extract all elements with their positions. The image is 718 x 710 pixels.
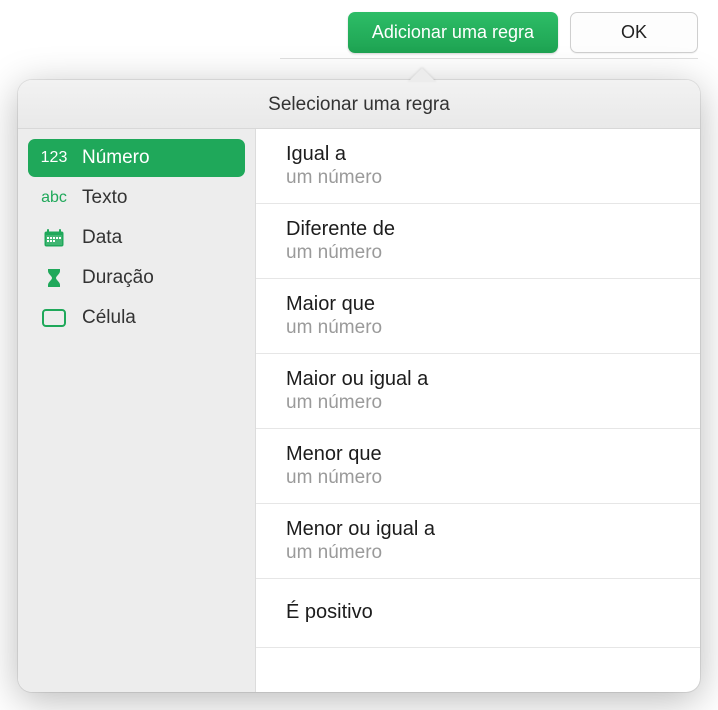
sidebar-item-label: Duração: [82, 267, 154, 289]
rule-title: Menor ou igual a: [286, 518, 670, 541]
rule-item-greater-equal[interactable]: Maior ou igual a um número: [256, 354, 700, 429]
rule-title: Diferente de: [286, 218, 670, 241]
sidebar-item-duration[interactable]: Duração: [28, 259, 245, 297]
popover-arrow: [408, 68, 436, 82]
rule-subtitle: um número: [286, 242, 670, 264]
rule-item-greater[interactable]: Maior que um número: [256, 279, 700, 354]
rule-subtitle: um número: [286, 467, 670, 489]
rule-subtitle: um número: [286, 317, 670, 339]
rule-popover: Selecionar uma regra 123 Número abc Text…: [18, 80, 700, 692]
rule-title: Maior que: [286, 293, 670, 316]
sidebar: 123 Número abc Texto Data Duração: [18, 129, 256, 692]
sidebar-item-number[interactable]: 123 Número: [28, 139, 245, 177]
ok-button[interactable]: OK: [570, 12, 698, 53]
rule-item-equal[interactable]: Igual a um número: [256, 129, 700, 204]
rule-subtitle: um número: [286, 392, 670, 414]
sidebar-item-cell[interactable]: Célula: [28, 299, 245, 337]
popover-body: 123 Número abc Texto Data Duração: [18, 129, 700, 692]
rule-title: Maior ou igual a: [286, 368, 670, 391]
rule-item-less[interactable]: Menor que um número: [256, 429, 700, 504]
calendar-icon: [40, 229, 68, 247]
rule-title: É positivo: [286, 593, 670, 632]
rule-title: Igual a: [286, 143, 670, 166]
sidebar-item-label: Data: [82, 227, 122, 249]
hourglass-icon: [40, 268, 68, 288]
text-icon: abc: [40, 189, 68, 207]
divider-line: [280, 58, 698, 59]
rule-subtitle: um número: [286, 542, 670, 564]
rule-subtitle: um número: [286, 167, 670, 189]
rule-title: Menor que: [286, 443, 670, 466]
rule-item-positive[interactable]: É positivo: [256, 579, 700, 648]
sidebar-item-date[interactable]: Data: [28, 219, 245, 257]
number-icon: 123: [40, 149, 68, 167]
cell-icon: [40, 309, 68, 327]
add-rule-button[interactable]: Adicionar uma regra: [348, 12, 558, 53]
rule-item-not-equal[interactable]: Diferente de um número: [256, 204, 700, 279]
sidebar-item-label: Célula: [82, 307, 136, 329]
rules-list: Igual a um número Diferente de um número…: [256, 129, 700, 692]
sidebar-item-label: Número: [82, 147, 150, 169]
popover-title: Selecionar uma regra: [18, 80, 700, 129]
toolbar: Adicionar uma regra OK: [348, 12, 698, 53]
sidebar-item-text[interactable]: abc Texto: [28, 179, 245, 217]
sidebar-item-label: Texto: [82, 187, 127, 209]
rule-item-less-equal[interactable]: Menor ou igual a um número: [256, 504, 700, 579]
